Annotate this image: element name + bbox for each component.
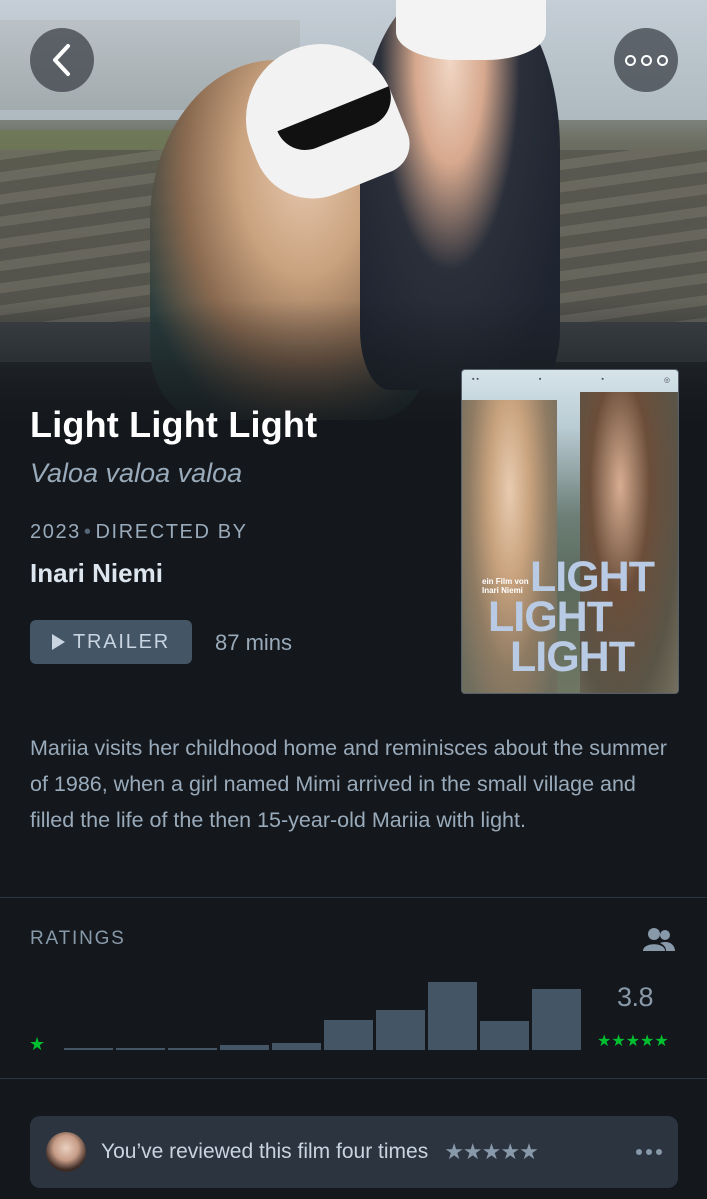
- film-meta: 2023 • DIRECTED BY: [30, 521, 248, 543]
- poster-logos: ▪ ▪ ▪ ▪ ◎: [472, 376, 670, 384]
- back-button[interactable]: [30, 28, 94, 92]
- film-poster[interactable]: ▪ ▪ ▪ ▪ ◎ ein Film von Inari Niemi LIGHT LI…: [461, 369, 679, 694]
- film-title: Light Light Light: [30, 404, 318, 445]
- poster-title-word: LIGHT: [530, 553, 655, 601]
- play-icon: [51, 634, 65, 650]
- review-status-text: You’ve reviewed this film four times: [101, 1140, 429, 1163]
- histogram-bar[interactable]: [376, 1010, 425, 1050]
- more-options-button[interactable]: [614, 28, 678, 92]
- histogram-bar[interactable]: [532, 989, 581, 1050]
- poster-title-word: LIGHT: [510, 633, 635, 681]
- runtime: 87 mins: [215, 630, 293, 655]
- review-rating-stars: ★★★★★: [444, 1139, 539, 1164]
- release-year[interactable]: 2023: [30, 521, 81, 543]
- histogram-bar[interactable]: [116, 1048, 165, 1050]
- chevron-left-icon: [53, 44, 70, 76]
- ratings-label: RATINGS: [30, 928, 126, 949]
- histogram-bar[interactable]: [324, 1020, 373, 1050]
- ratings-histogram[interactable]: [64, 960, 581, 1050]
- histogram-bar[interactable]: [220, 1045, 269, 1050]
- histogram-bar[interactable]: [64, 1048, 113, 1050]
- average-rating: 3.8: [617, 982, 654, 1012]
- review-more-icon[interactable]: [636, 1149, 662, 1155]
- your-review-bar[interactable]: You’ve reviewed this film four times ★★★…: [30, 1116, 678, 1188]
- histogram-bar[interactable]: [168, 1048, 217, 1050]
- original-title: Valoa valoa valoa: [30, 458, 243, 488]
- divider: [0, 1078, 707, 1079]
- histogram-bar[interactable]: [272, 1043, 321, 1050]
- poster-title-word: LIGHT: [488, 593, 613, 641]
- more-horizontal-icon: [624, 54, 668, 66]
- max-rating-stars: ★★★★★: [597, 1033, 669, 1050]
- avatar: [46, 1132, 86, 1172]
- directed-by-label: DIRECTED BY: [95, 521, 248, 543]
- histogram-bar[interactable]: [428, 982, 477, 1050]
- histogram-bar[interactable]: [480, 1021, 529, 1050]
- people-icon[interactable]: [642, 926, 676, 952]
- director-name[interactable]: Inari Niemi: [30, 558, 163, 589]
- divider: [0, 897, 707, 898]
- trailer-button[interactable]: TRAILER: [30, 620, 192, 664]
- trailer-label: TRAILER: [72, 630, 171, 653]
- min-rating-star: ★: [29, 1034, 46, 1054]
- synopsis: Mariia visits her childhood home and rem…: [30, 736, 667, 832]
